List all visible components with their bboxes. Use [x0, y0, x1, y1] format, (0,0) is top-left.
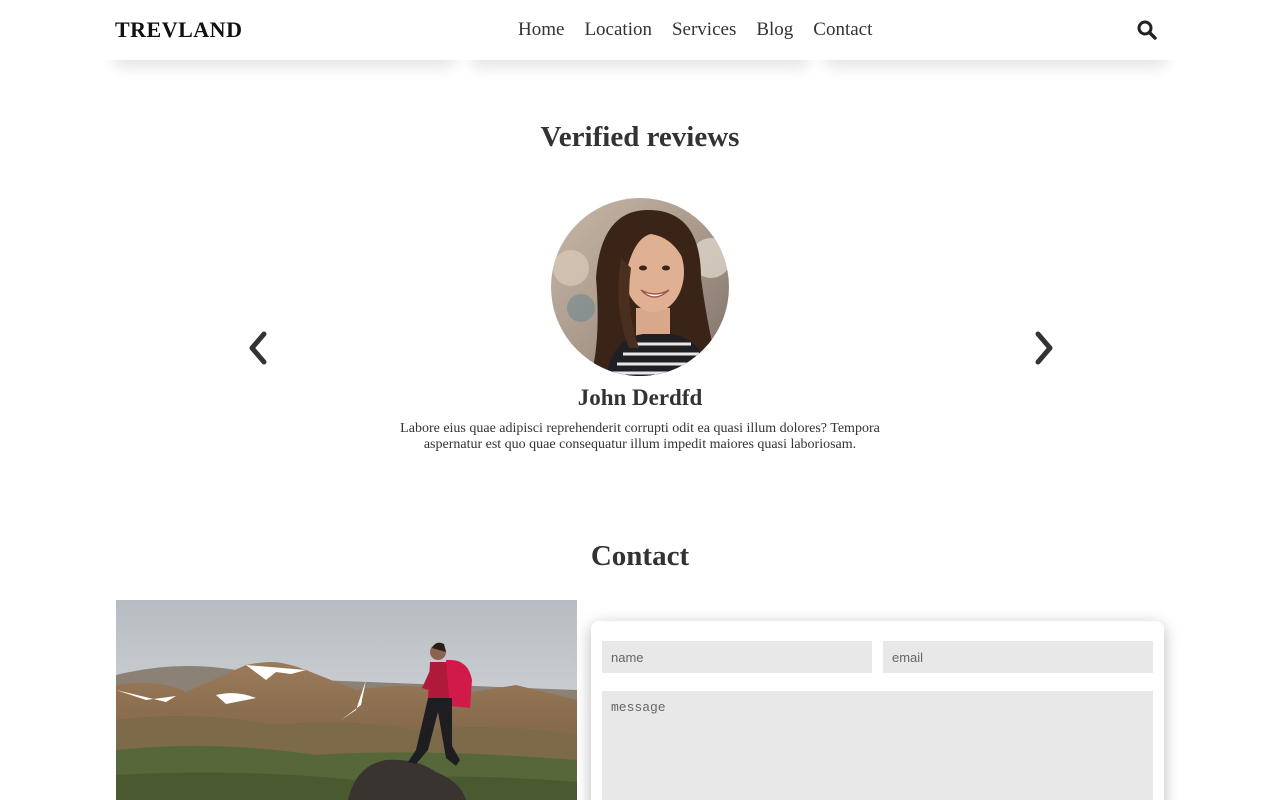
nav-links: Home Location Services Blog Contact: [508, 19, 882, 41]
logo[interactable]: TREVLAND: [115, 17, 242, 43]
nav-link-blog[interactable]: Blog: [746, 19, 803, 41]
review-text: Labore eius quae adipisci reprehenderit …: [400, 421, 880, 452]
contact-title: Contact: [590, 540, 690, 572]
chevron-right-icon[interactable]: [1032, 330, 1056, 366]
search-icon[interactable]: [1137, 20, 1157, 40]
navbar: TREVLAND Home Location Services Blog Con…: [0, 0, 1280, 60]
chevron-left-icon[interactable]: [246, 330, 270, 366]
contact-form: [591, 621, 1164, 800]
reviewer-name: John Derdfd: [577, 385, 703, 410]
nav-link-location[interactable]: Location: [574, 19, 662, 41]
nav-link-contact[interactable]: Contact: [803, 19, 882, 41]
reviews-title: Verified reviews: [540, 121, 740, 153]
hiker-photo: [116, 600, 577, 800]
name-field[interactable]: [602, 641, 872, 673]
nav-link-home[interactable]: Home: [508, 19, 574, 41]
nav-link-services[interactable]: Services: [662, 19, 746, 41]
email-field[interactable]: [883, 641, 1153, 673]
message-field[interactable]: [602, 691, 1153, 800]
avatar: [551, 198, 729, 376]
